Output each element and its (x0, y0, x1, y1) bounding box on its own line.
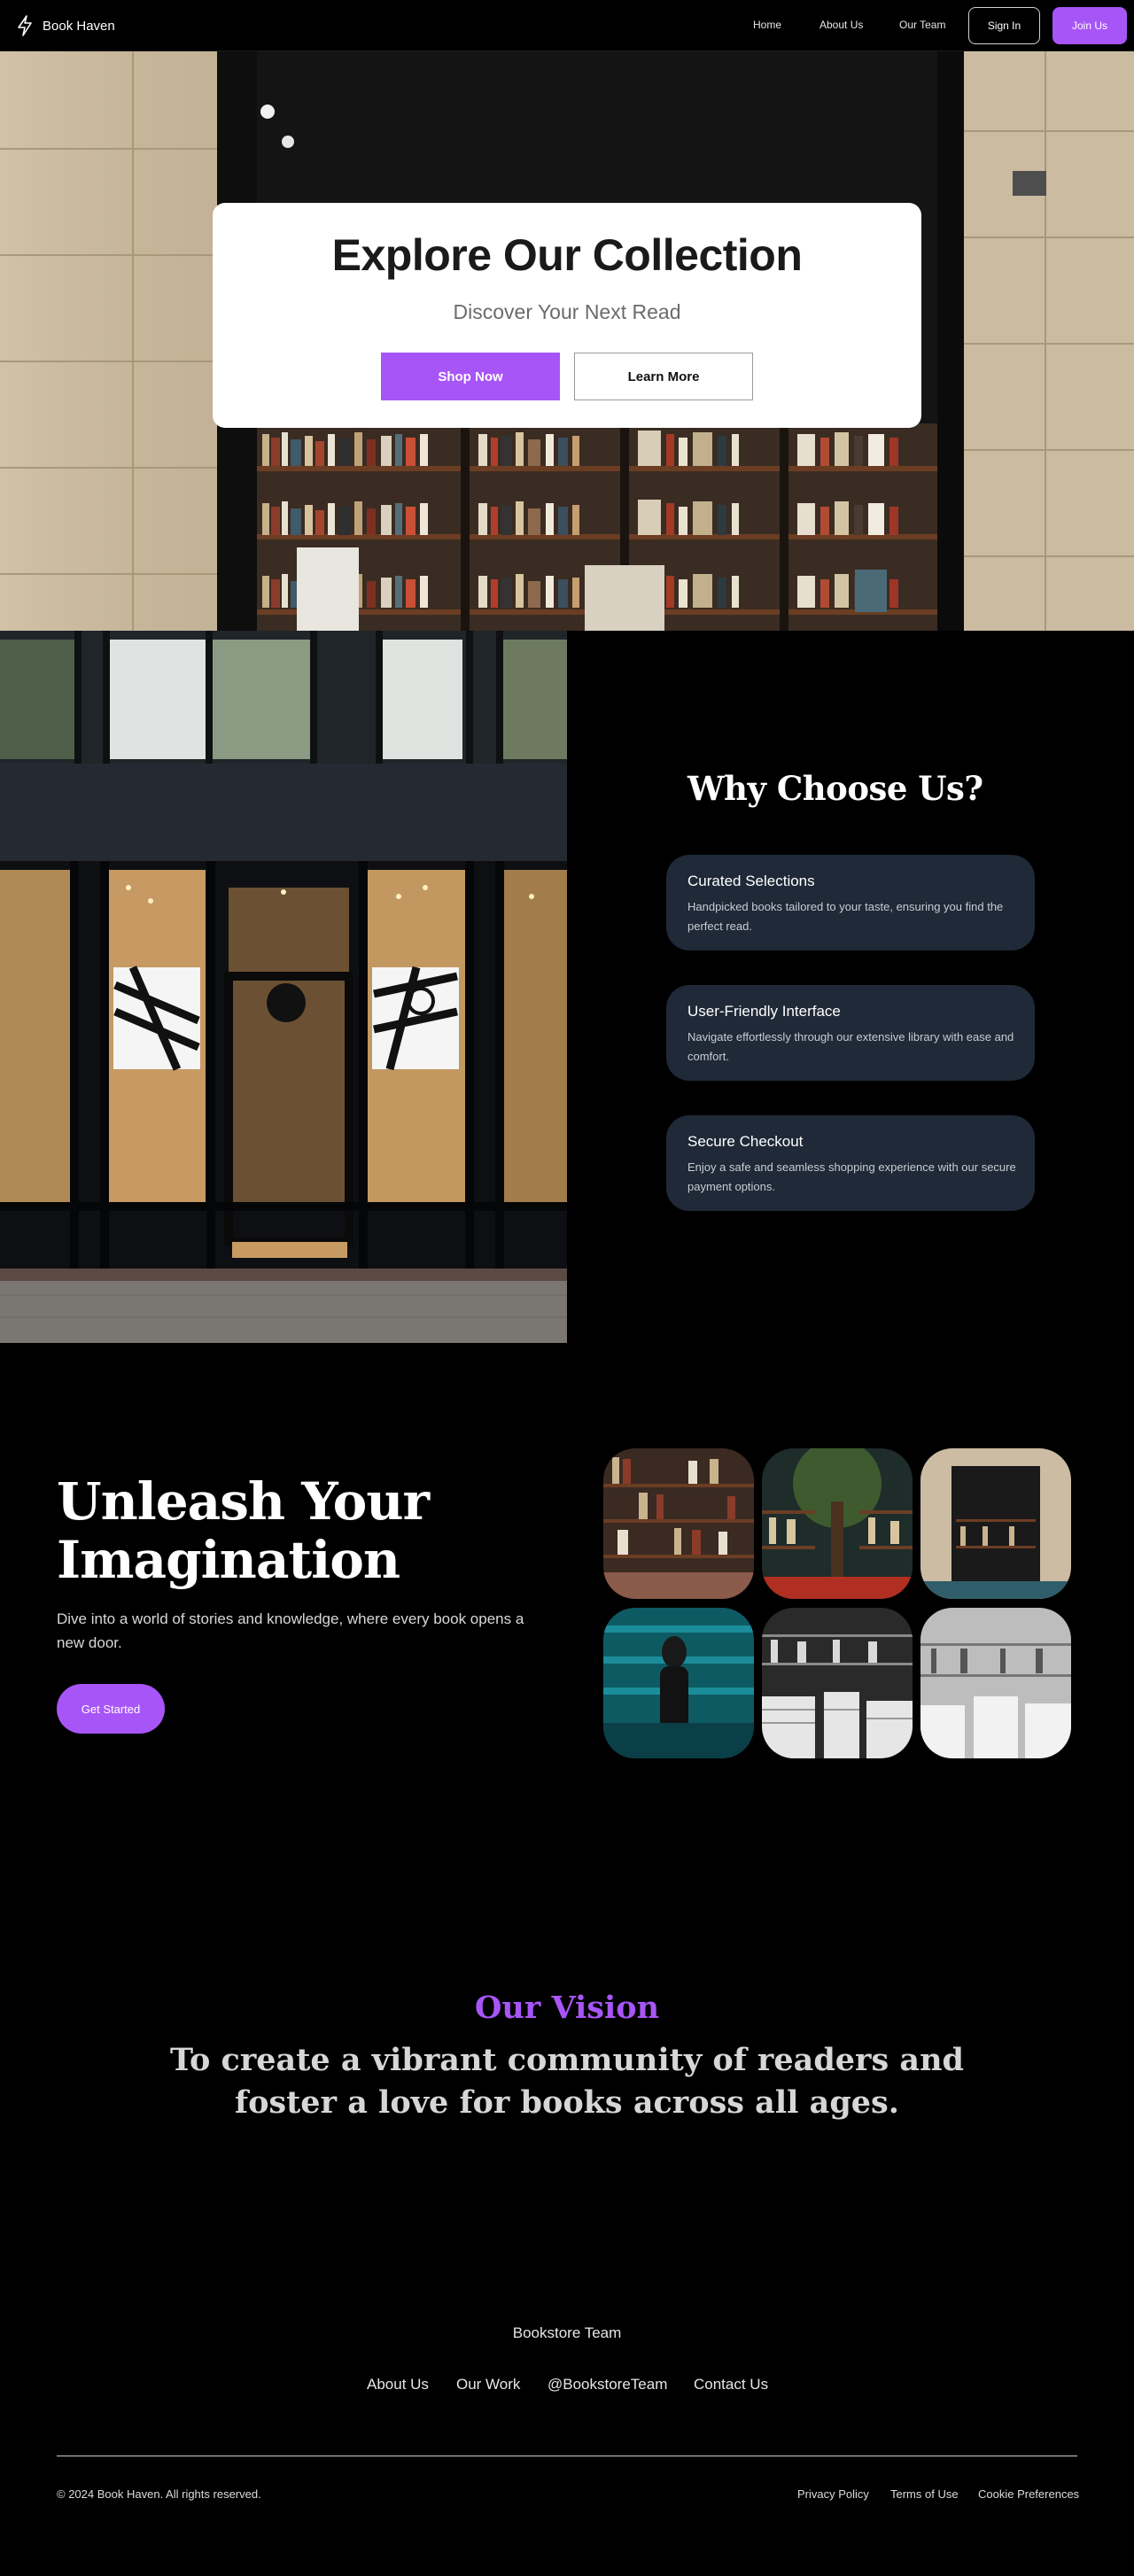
unleash-section: Unleash Your Imagination Dive into a wor… (0, 1343, 1134, 1839)
storefront-image (0, 631, 567, 1343)
unleash-description: Dive into a world of stories and knowled… (57, 1610, 524, 1651)
why-title: Why Choose Us? (687, 769, 983, 808)
join-button[interactable]: Join Us (1052, 7, 1127, 44)
feature-card: User-Friendly Interface Navigate effortl… (666, 985, 1035, 1081)
copyright-text: © 2024 Book Haven. All rights reserved. (57, 2487, 261, 2501)
brand-logo[interactable]: Book Haven (16, 15, 115, 36)
unleash-title: Unleash Your Imagination (57, 1471, 430, 1590)
cookie-preferences-link[interactable]: Cookie Preferences (978, 2487, 1079, 2501)
vision-label: Our Vision (474, 1990, 660, 2026)
lightning-bolt-icon (18, 15, 32, 36)
terms-of-use-link[interactable]: Terms of Use (890, 2487, 959, 2501)
footer-about-link[interactable]: About Us (367, 2376, 429, 2394)
brand-name: Book Haven (43, 18, 115, 34)
gallery-image (920, 1608, 1071, 1758)
footer-social-link[interactable]: @BookstoreTeam (548, 2376, 667, 2394)
footer-contact-link[interactable]: Contact Us (694, 2376, 768, 2394)
privacy-policy-link[interactable]: Privacy Policy (797, 2487, 869, 2501)
gallery-image (762, 1608, 913, 1758)
top-navbar: Book Haven Home About Us Our Team Sign I… (0, 0, 1134, 51)
hero-card: Explore Our Collection Discover Your Nex… (213, 203, 921, 428)
why-choose-us-section: Why Choose Us? Curated Selections Handpi… (0, 631, 1134, 1343)
sign-in-button[interactable]: Sign In (968, 7, 1040, 44)
feature-title: User-Friendly Interface (687, 1003, 841, 1020)
feature-description: Handpicked books tailored to your taste,… (687, 900, 1004, 933)
hero-subtitle: Discover Your Next Read (453, 300, 681, 323)
gallery-image (603, 1608, 754, 1758)
gallery-image (603, 1448, 754, 1599)
footer-work-link[interactable]: Our Work (456, 2376, 520, 2394)
hero-section: Explore Our Collection Discover Your Nex… (0, 51, 1134, 631)
nav-about-link[interactable]: About Us (819, 19, 863, 31)
feature-card: Curated Selections Handpicked books tail… (666, 855, 1035, 950)
feature-description: Navigate effortlessly through our extens… (687, 1030, 1014, 1063)
feature-card: Secure Checkout Enjoy a safe and seamles… (666, 1115, 1035, 1211)
feature-description: Enjoy a safe and seamless shopping exper… (687, 1160, 1016, 1193)
footer: Bookstore Team About Us Our Work @Bookst… (0, 2264, 1134, 2576)
shop-now-button[interactable]: Shop Now (381, 353, 560, 400)
hero-title: Explore Our Collection (331, 230, 803, 280)
footer-team-name: Bookstore Team (512, 2324, 622, 2341)
gallery-image (920, 1448, 1071, 1599)
nav-home-link[interactable]: Home (753, 19, 781, 31)
learn-more-button[interactable]: Learn More (574, 353, 753, 400)
get-started-button[interactable]: Get Started (57, 1684, 165, 1734)
feature-title: Curated Selections (687, 873, 815, 889)
feature-title: Secure Checkout (687, 1133, 804, 1150)
nav-team-link[interactable]: Our Team (899, 19, 945, 31)
vision-statement: To create a vibrant community of readers… (169, 2042, 964, 2121)
vision-section: Our Vision To create a vibrant community… (0, 1839, 1134, 2264)
gallery-image (762, 1448, 913, 1599)
